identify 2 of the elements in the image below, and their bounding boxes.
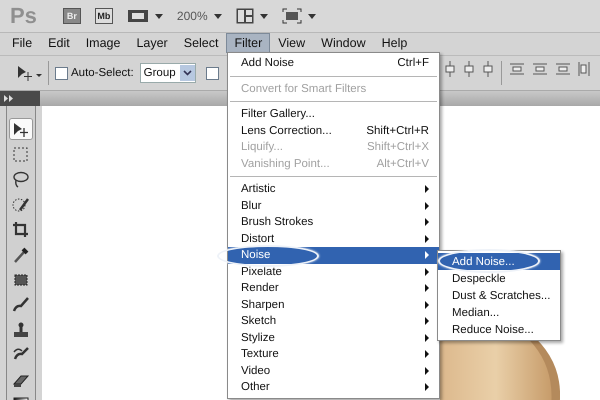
app-logo: Ps <box>10 3 37 29</box>
auto-select-label: Auto-Select: <box>71 67 134 79</box>
